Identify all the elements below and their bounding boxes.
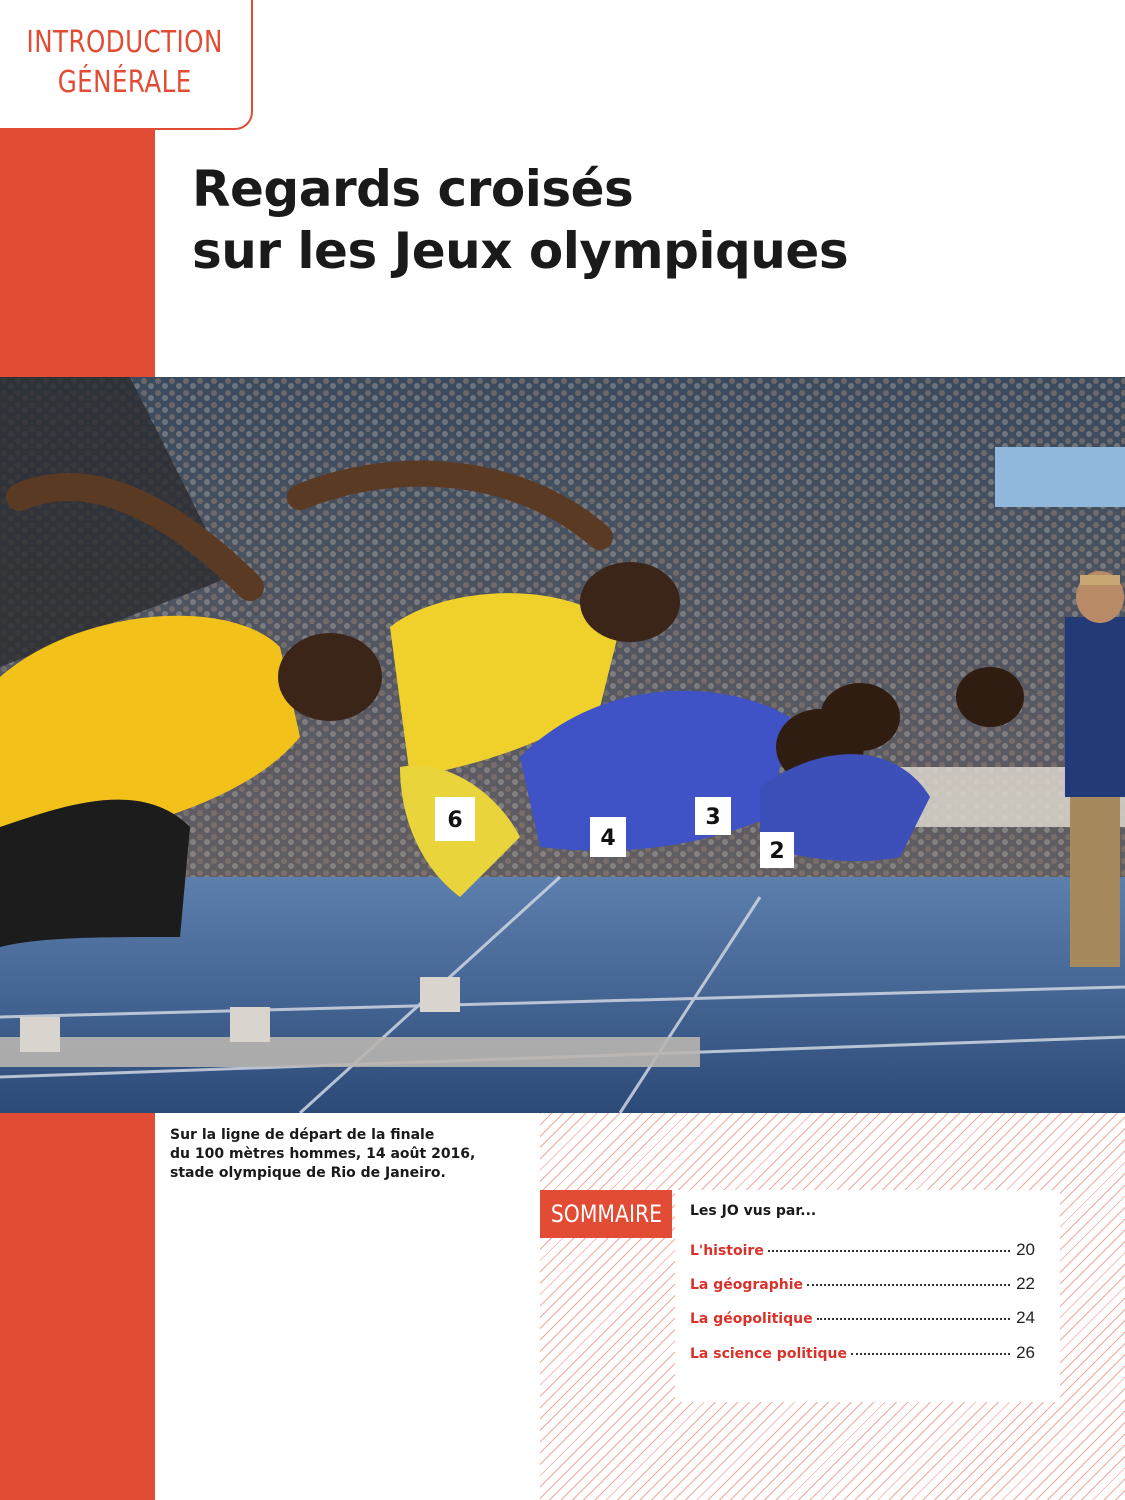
- toc-leader-dots: [851, 1353, 1011, 1355]
- sprint-start-photo: 6 4 3 2: [0, 377, 1125, 1113]
- section-tab: INTRODUCTION GÉNÉRALE: [0, 0, 253, 130]
- sommaire-label: SOMMAIRE: [540, 1190, 672, 1238]
- toc-item-label: La géographie: [690, 1277, 804, 1293]
- toc-item-geopolitique[interactable]: La géopolitique 24: [690, 1308, 1035, 1332]
- toc-item-page: 24: [1016, 1308, 1035, 1327]
- olympic-banner: [995, 447, 1125, 507]
- photo-caption: Sur la ligne de départ de la finale du 1…: [170, 1126, 530, 1183]
- bib-4: 4: [600, 826, 615, 851]
- caption-line2: du 100 mètres hommes, 14 août 2016,: [170, 1146, 476, 1162]
- toc-item-page: 26: [1016, 1343, 1035, 1362]
- red-band-top: [0, 128, 155, 378]
- table-of-contents: Les JO vus par... L'histoire 20 La géogr…: [675, 1190, 1060, 1402]
- toc-item-label: L'histoire: [690, 1243, 764, 1259]
- toc-leader-dots: [767, 1250, 1011, 1252]
- toc-item-histoire[interactable]: L'histoire 20: [690, 1240, 1035, 1264]
- section-tab-line1: INTRODUCTION: [26, 25, 223, 60]
- caption-line1: Sur la ligne de départ de la finale: [170, 1127, 435, 1143]
- toc-item-geographie[interactable]: La géographie 22: [690, 1274, 1035, 1298]
- page-title: Regards croisés sur les Jeux olympiques: [192, 158, 849, 282]
- toc-leader-dots: [807, 1284, 1011, 1286]
- red-band-bottom: [0, 1113, 155, 1500]
- sprint-start-illustration: 6 4 3 2: [0, 377, 1125, 1113]
- toc-heading: Les JO vus par...: [690, 1203, 817, 1219]
- bib-2: 2: [769, 839, 784, 864]
- official-in-blazer: [1065, 571, 1125, 967]
- toc-item-label: La science politique: [690, 1346, 848, 1362]
- toc-leader-dots: [816, 1318, 1011, 1320]
- caption-line3: stade olympique de Rio de Janeiro.: [170, 1165, 446, 1181]
- toc-item-page: 22: [1016, 1274, 1035, 1293]
- toc-item-label: La géopolitique: [690, 1311, 813, 1327]
- page-title-line1: Regards croisés: [192, 160, 634, 218]
- bib-6: 6: [447, 808, 462, 833]
- sommaire-label-text: SOMMAIRE: [550, 1200, 662, 1228]
- toc-item-page: 20: [1016, 1240, 1035, 1259]
- toc-item-science-politique[interactable]: La science politique 26: [690, 1343, 1035, 1367]
- bib-3: 3: [705, 805, 720, 830]
- page-title-line2: sur les Jeux olympiques: [192, 222, 849, 280]
- section-tab-line2: GÉNÉRALE: [57, 65, 192, 100]
